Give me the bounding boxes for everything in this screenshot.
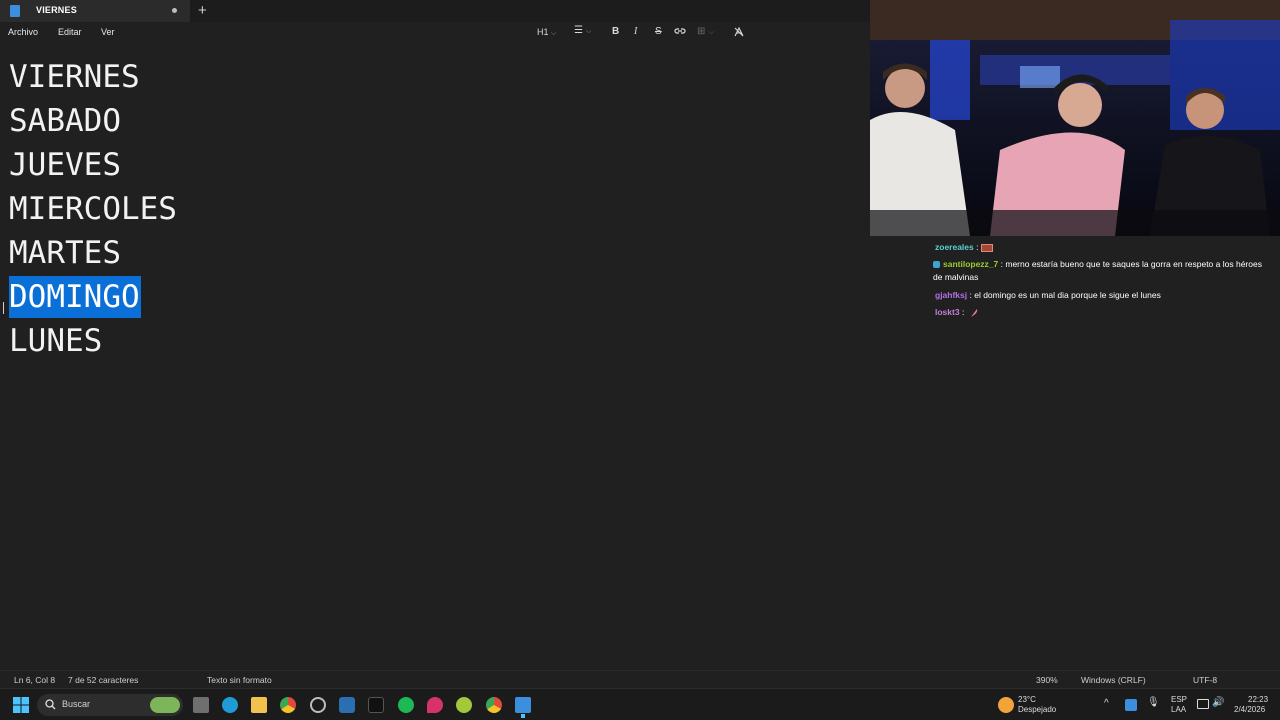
stream-chat: zoereales : santilopezz_7 : merno estarí…	[870, 236, 1280, 670]
chat-message: gjahfksj : el domingo es un mal dia porq…	[935, 290, 1161, 300]
bold-button[interactable]: B	[612, 26, 619, 37]
notepad-icon	[10, 5, 20, 17]
clock-date[interactable]: 2/4/2026	[1234, 705, 1265, 715]
chat-username: gjahfksj	[935, 290, 968, 300]
strikethrough-button[interactable]: S	[655, 26, 662, 37]
selection-count: 7 de 52 caracteres	[68, 675, 139, 685]
windows-start-icon[interactable]	[13, 697, 29, 713]
clear-format-button[interactable]	[733, 26, 745, 41]
text-line[interactable]: SABADO	[9, 102, 121, 140]
chevron-down-icon: ⌵	[551, 30, 557, 37]
chat-username: santilopezz_7	[943, 259, 999, 269]
app-icon[interactable]	[310, 697, 326, 713]
notepad-taskbar-icon[interactable]	[515, 697, 531, 713]
editor-area[interactable]: VIERNES SABADO JUEVES MIERCOLES MARTES D…	[0, 44, 870, 670]
text-line[interactable]: MIERCOLES	[9, 190, 177, 228]
heading-label: H1	[537, 27, 549, 37]
chat-text: el domingo es un mal dia porque le sigue…	[974, 290, 1161, 300]
chrome-profile-icon[interactable]	[486, 697, 502, 713]
menu-editar[interactable]: Editar	[58, 27, 82, 37]
lang-top[interactable]: ESP	[1171, 695, 1187, 705]
search-icon	[45, 699, 56, 710]
text-format: Texto sin formato	[207, 675, 272, 685]
unsaved-dot-icon[interactable]	[172, 8, 177, 13]
lang-bottom[interactable]: LAA	[1171, 705, 1186, 715]
weather-desc: Despejado	[1018, 705, 1057, 714]
clear-format-icon	[734, 26, 744, 37]
text-line[interactable]: JUEVES	[9, 146, 121, 184]
italic-button[interactable]: I	[634, 26, 637, 37]
chevron-down-icon: ⌵	[708, 29, 714, 36]
new-tab-button[interactable]: +	[198, 2, 207, 19]
taskbar: Buscar 23°C Despejado ^ 🎙 ESP LAA 🔊 22:2…	[0, 688, 1280, 720]
menu-bar: Archivo Editar Ver H1 ⌵ ☰ ⌵ B I S ⊞ ⌵	[0, 22, 870, 44]
list-icon: ☰	[574, 25, 583, 36]
weather-temp: 23°C	[1018, 695, 1036, 704]
line-ending[interactable]: Windows (CRLF)	[1081, 675, 1146, 685]
feather-emote-icon	[970, 308, 977, 317]
clock-time[interactable]: 22:23	[1248, 695, 1268, 705]
spotify-icon[interactable]	[398, 697, 414, 713]
chat-username: zoereales	[935, 242, 974, 252]
pin-app-icon[interactable]	[427, 697, 443, 713]
network-icon[interactable]	[1197, 699, 1209, 709]
edge-icon[interactable]	[222, 697, 238, 713]
chat-message: santilopezz_7 : merno estaría bueno que …	[933, 259, 1262, 282]
app-icon-green[interactable]	[456, 697, 472, 713]
microphone-icon[interactable]: 🎙	[1147, 698, 1160, 708]
steam-icon[interactable]	[339, 697, 355, 713]
link-icon	[674, 28, 686, 34]
task-view-icon[interactable]	[193, 697, 209, 713]
webcam-scene	[870, 0, 1280, 236]
link-button[interactable]	[674, 26, 686, 39]
chat-username: loskt3	[935, 307, 960, 317]
emote-icon	[981, 243, 994, 252]
cursor-position: Ln 6, Col 8	[14, 675, 56, 685]
menu-ver[interactable]: Ver	[101, 27, 115, 37]
weather-icon[interactable]	[998, 697, 1014, 713]
table-icon: ⊞	[697, 26, 706, 37]
ibeam-cursor-icon	[3, 302, 6, 314]
volume-icon[interactable]: 🔊	[1212, 698, 1224, 708]
chevron-up-icon[interactable]: ^	[1104, 699, 1109, 709]
selected-text-line[interactable]: DOMINGO	[9, 276, 141, 318]
heading-button[interactable]: H1 ⌵	[537, 27, 556, 38]
tray-app-icon[interactable]	[1125, 699, 1137, 711]
table-button[interactable]: ⊞ ⌵	[697, 26, 714, 37]
search-label: Buscar	[62, 699, 91, 709]
taskbar-search[interactable]: Buscar	[37, 694, 183, 716]
tab-title: VIERNES	[36, 5, 77, 15]
chat-message: loskt3 :	[935, 306, 978, 319]
file-explorer-icon[interactable]	[251, 697, 267, 713]
text-line[interactable]: LUNES	[9, 322, 102, 360]
document-tab[interactable]: VIERNES	[0, 0, 190, 22]
webcam-overlay	[870, 0, 1280, 236]
chrome-icon[interactable]	[280, 697, 296, 713]
encoding[interactable]: UTF-8	[1193, 675, 1217, 685]
menu-archivo[interactable]: Archivo	[8, 27, 38, 37]
chat-message: zoereales :	[935, 241, 994, 254]
zoom-level[interactable]: 390%	[1036, 675, 1058, 685]
tiktok-icon[interactable]	[368, 697, 384, 713]
chevron-down-icon: ⌵	[585, 28, 592, 35]
badge-icon	[933, 261, 940, 269]
title-bar: VIERNES +	[0, 0, 870, 22]
search-highlight-icon	[150, 697, 180, 713]
status-bar: Ln 6, Col 8 7 de 52 caracteres Texto sin…	[0, 670, 1280, 688]
text-line[interactable]: VIERNES	[9, 58, 140, 96]
list-button[interactable]: ☰ ⌵	[574, 25, 591, 36]
text-line[interactable]: MARTES	[9, 234, 121, 272]
